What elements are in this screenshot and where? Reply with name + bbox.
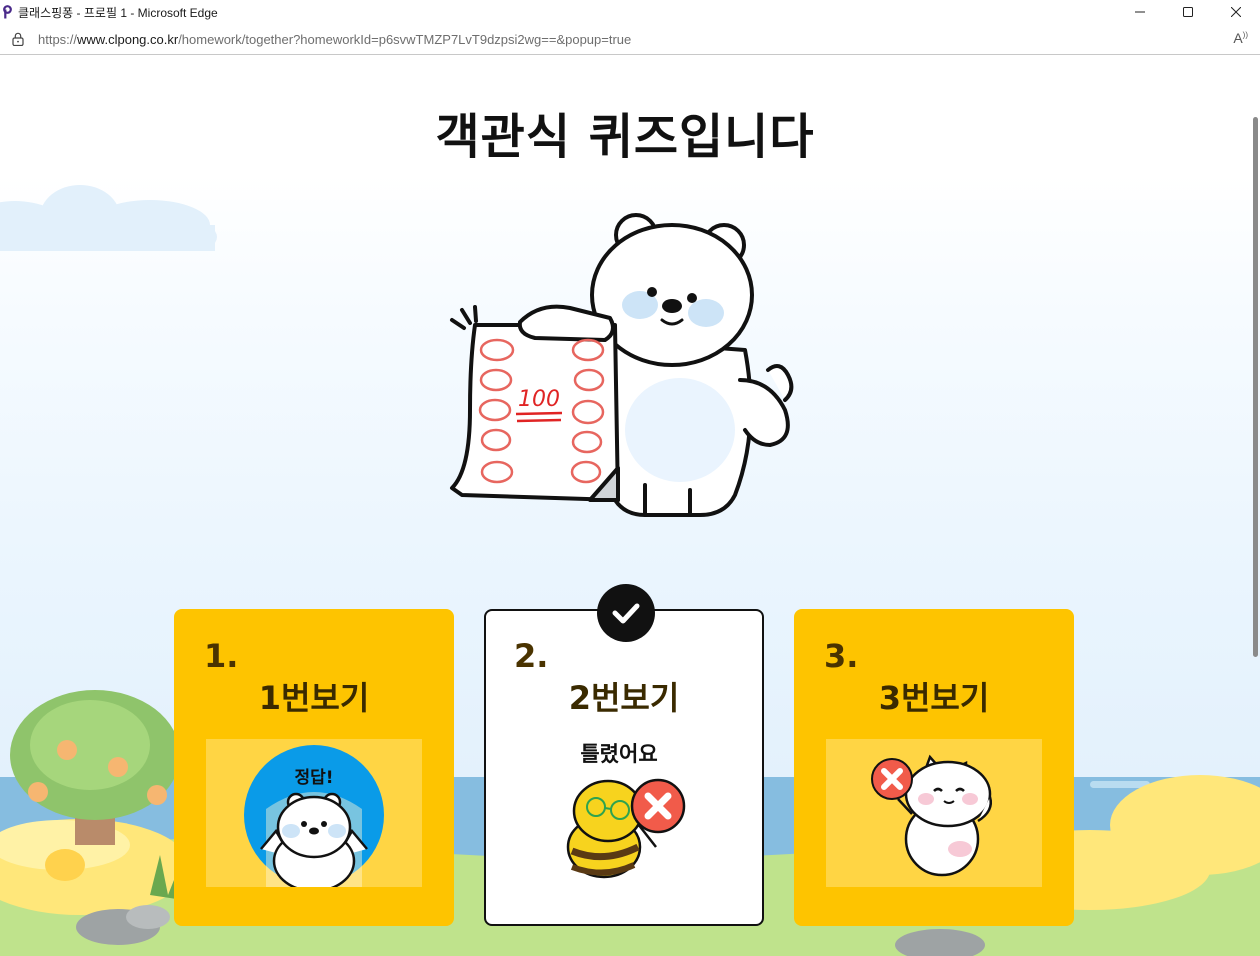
window-titlebar: 클래스핑퐁 - 프로필 1 - Microsoft Edge bbox=[0, 0, 1260, 24]
option-number: 1. bbox=[204, 637, 239, 675]
correct-bear-sticker: 정답! bbox=[244, 745, 384, 893]
option-label: 3번보기 bbox=[878, 679, 990, 717]
classpingpong-app-icon bbox=[3, 5, 12, 19]
url-protocol: https:// bbox=[38, 31, 78, 47]
selected-check-icon bbox=[597, 584, 655, 642]
window-title: 클래스핑퐁 - 프로필 1 - Microsoft Edge bbox=[18, 5, 218, 20]
close-button[interactable] bbox=[1212, 0, 1260, 24]
quiz-headline: 객관식 퀴즈입니다 bbox=[435, 109, 815, 165]
cloud-left bbox=[0, 185, 217, 251]
minimize-button[interactable] bbox=[1116, 0, 1164, 24]
option-image-box: 정답! bbox=[206, 739, 422, 893]
option-image-box: 틀렸어요 bbox=[516, 739, 732, 887]
url-text[interactable]: https://www.clpong.co.kr/homework/togeth… bbox=[38, 32, 631, 47]
close-icon bbox=[1231, 7, 1241, 17]
wrong-cat-sticker bbox=[871, 754, 992, 877]
answer-option-2[interactable]: 2. 2번보기 틀렸어요 bbox=[484, 609, 764, 926]
url-path: /homework/together?homeworkId=p6svwTMZP7… bbox=[178, 31, 632, 47]
page-scrollbar[interactable] bbox=[1253, 117, 1258, 657]
lock-icon bbox=[12, 32, 24, 46]
address-bar[interactable]: https://www.clpong.co.kr/homework/togeth… bbox=[0, 24, 1260, 55]
option-label: 2번보기 bbox=[568, 679, 680, 717]
url-host: www.clpong.co.kr bbox=[77, 31, 179, 47]
option-number: 3. bbox=[824, 637, 859, 675]
wrong-bee-sticker: 틀렸어요 bbox=[566, 742, 686, 879]
answer-option-3[interactable]: 3. 3번보기 bbox=[794, 609, 1074, 926]
option-label: 1번보기 bbox=[258, 679, 370, 717]
read-aloud-icon[interactable]: A)) bbox=[1233, 30, 1248, 46]
polar-bear-hero-illustration: 100 bbox=[450, 213, 794, 517]
option-number: 2. bbox=[514, 637, 549, 675]
sheet-score-text: 100 bbox=[518, 387, 560, 412]
maximize-icon bbox=[1183, 7, 1193, 17]
sticker-text: 정답! bbox=[294, 768, 333, 788]
minimize-icon bbox=[1135, 11, 1145, 13]
answer-option-1[interactable]: 1. 1번보기 정답! bbox=[174, 609, 454, 926]
option-image-box bbox=[826, 739, 1042, 887]
sticker-text: 틀렸어요 bbox=[580, 742, 657, 766]
window-controls bbox=[1116, 0, 1260, 24]
maximize-button[interactable] bbox=[1164, 0, 1212, 24]
quiz-page: 객관식 퀴즈입니다 100 1. 1번보기 정답! 2. 2번보기 틀렸어요 3… bbox=[0, 55, 1260, 956]
